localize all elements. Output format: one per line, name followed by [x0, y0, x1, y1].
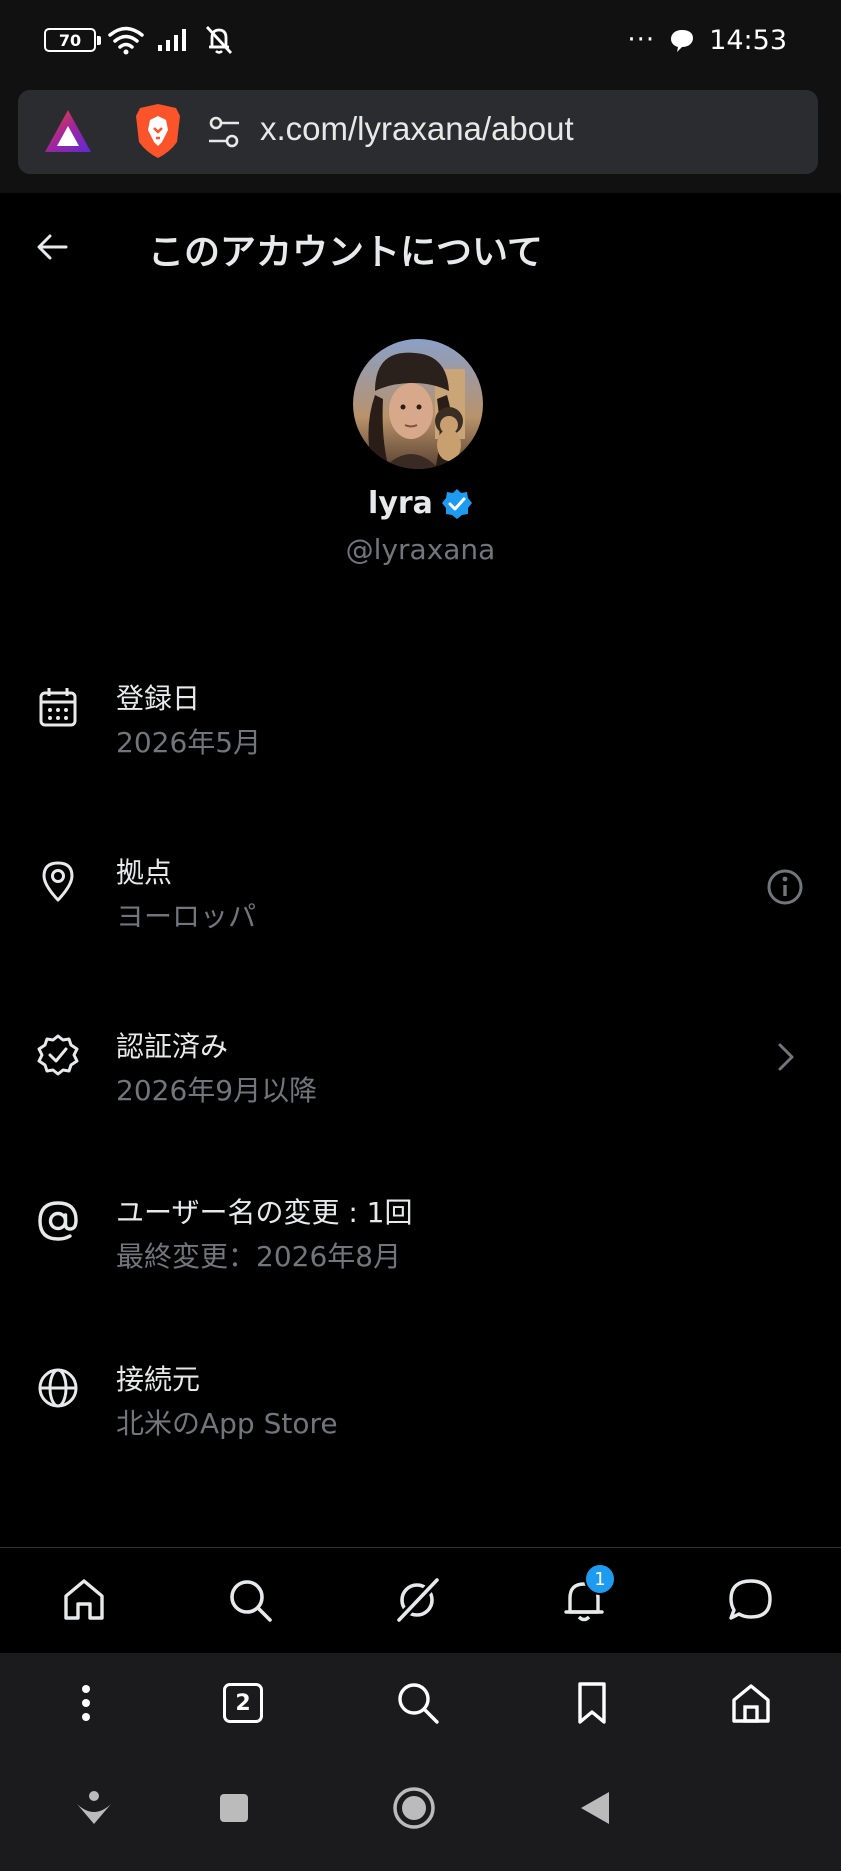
more-notifications-dots: ···	[627, 25, 656, 55]
connected-via-value: 北米のApp Store	[116, 1407, 338, 1440]
bookmarks-button[interactable]	[566, 1677, 618, 1729]
browser-search-icon	[398, 1683, 439, 1724]
notifications-badge: 1	[584, 1563, 616, 1595]
battery-indicator: 70	[44, 28, 101, 52]
page-title: このアカウントについて	[148, 232, 543, 273]
bookmark-icon	[578, 1682, 606, 1724]
home-circle-icon	[393, 1787, 435, 1829]
info-row-verified[interactable]: 認証済み 2026年9月以降	[0, 1025, 841, 1145]
messages-icon[interactable]	[725, 1574, 777, 1626]
username-changes-label: ユーザー名の変更 : 1回	[116, 1196, 413, 1229]
system-recents-button[interactable]	[209, 1783, 259, 1833]
display-name: lyra	[368, 486, 433, 521]
at-sign-icon	[38, 1201, 78, 1241]
calendar-icon	[39, 688, 77, 727]
avatar-image	[353, 339, 483, 469]
brave-rewards-icon[interactable]	[43, 108, 93, 156]
browser-menu-button[interactable]	[60, 1677, 112, 1729]
connected-via-label: 接続元	[116, 1363, 201, 1396]
bell-off-icon	[205, 26, 233, 54]
back-triangle-icon	[581, 1792, 609, 1824]
status-bar: 70 ··· 14:53	[0, 0, 841, 80]
browser-toolbar: 2	[0, 1653, 841, 1753]
browser-search-button[interactable]	[392, 1677, 444, 1729]
location-label: 拠点	[116, 856, 173, 889]
info-row-joined: 登録日 2026年5月	[0, 677, 841, 797]
page-header: このアカウントについて	[0, 193, 841, 303]
browser-home-button[interactable]	[725, 1677, 777, 1729]
bottom-navigation: 1	[0, 1547, 841, 1653]
signal-icon	[158, 29, 186, 51]
status-icons-right: ··· 14:53	[627, 20, 787, 60]
browser-home-icon	[732, 1684, 770, 1723]
grok-icon[interactable]	[391, 1574, 443, 1626]
globe-icon	[38, 1368, 78, 1408]
info-row-username-changes: ユーザー名の変更 : 1回 最終変更：2026年8月	[0, 1191, 841, 1311]
home-icon[interactable]	[58, 1574, 110, 1626]
system-home-button[interactable]	[389, 1783, 439, 1833]
username-changes-value: 最終変更：2026年8月	[116, 1240, 402, 1273]
verified-value: 2026年9月以降	[116, 1074, 318, 1107]
brave-shield-icon[interactable]	[134, 102, 182, 160]
tab-count: 2	[223, 1683, 263, 1723]
status-icons-left: 70	[44, 22, 236, 58]
verified-label: 認証済み	[116, 1030, 229, 1063]
verified-checkmark-icon[interactable]	[441, 488, 473, 520]
verified-badge-icon	[37, 1034, 79, 1076]
browser-address-bar-area: x.com/lyraxana/about	[0, 80, 841, 193]
clock: 14:53	[709, 24, 787, 56]
url-text[interactable]: x.com/lyraxana/about	[260, 110, 574, 148]
info-row-location: 拠点 ヨーロッパ	[0, 851, 841, 971]
url-bar[interactable]: x.com/lyraxana/about	[18, 90, 818, 174]
info-row-connected-via: 接続元 北米のApp Store	[0, 1358, 841, 1478]
system-back-button[interactable]	[570, 1783, 620, 1833]
joined-value: 2026年5月	[116, 726, 262, 759]
system-navigation-bar	[0, 1753, 841, 1871]
more-vertical-icon	[82, 1685, 90, 1721]
avatar[interactable]	[353, 339, 483, 469]
tabs-button[interactable]: 2	[217, 1677, 269, 1729]
chat-bubble-icon	[671, 30, 694, 52]
back-arrow-icon[interactable]	[34, 229, 70, 265]
chevron-right-icon[interactable]	[765, 1037, 805, 1077]
wifi-icon	[108, 26, 144, 55]
location-value: ヨーロッパ	[116, 900, 257, 933]
username-handle: @lyraxana	[345, 533, 496, 566]
joined-label: 登録日	[116, 682, 201, 715]
site-settings-icon[interactable]	[206, 112, 242, 152]
info-circle-icon[interactable]	[765, 867, 805, 907]
download-arrow-icon	[77, 1791, 111, 1824]
location-pin-icon	[42, 861, 74, 902]
system-assist-button[interactable]	[69, 1783, 119, 1833]
display-name-row: lyra	[0, 486, 841, 521]
recents-square-icon	[220, 1794, 248, 1822]
search-icon[interactable]	[224, 1574, 276, 1626]
